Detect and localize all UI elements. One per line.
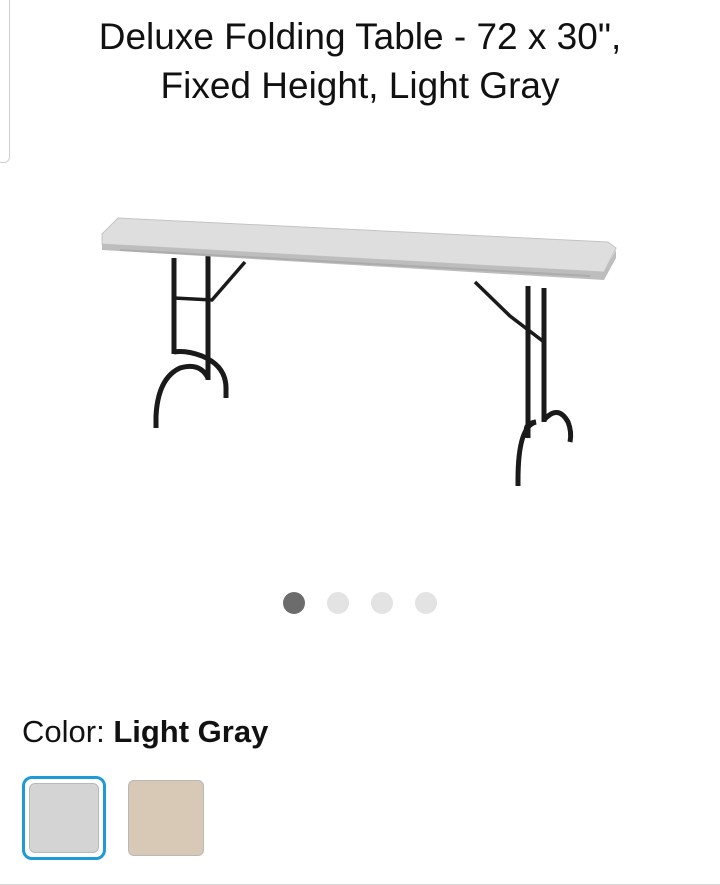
brace-right [473, 280, 546, 344]
carousel-dot-2[interactable] [327, 592, 349, 614]
product-title-line-1: Deluxe Folding Table - 72 x 30", [98, 16, 622, 57]
side-panel-edge [0, 0, 10, 163]
foot-left-back [173, 349, 229, 398]
color-value: Light Gray [113, 714, 269, 749]
swatch-fill-light-gray [29, 783, 99, 853]
foot-right-back [542, 410, 574, 443]
product-title: Deluxe Folding Table - 72 x 30", Fixed H… [20, 12, 700, 110]
color-selection-label: Color: Light Gray [22, 714, 268, 750]
carousel-dot-1[interactable] [283, 592, 305, 614]
folding-table-image [101, 217, 617, 486]
product-title-line-2: Fixed Height, Light Gray [160, 65, 560, 106]
carousel-dots [0, 592, 720, 616]
carousel-dot-3[interactable] [371, 592, 393, 614]
color-swatch-tan[interactable] [124, 776, 208, 860]
foot-left-front [153, 363, 211, 428]
foot-right-front [515, 419, 537, 486]
swatch-fill-tan [128, 780, 204, 856]
color-swatch-light-gray[interactable] [22, 776, 106, 860]
color-label: Color: [22, 714, 114, 749]
carousel-dot-4[interactable] [415, 592, 437, 614]
